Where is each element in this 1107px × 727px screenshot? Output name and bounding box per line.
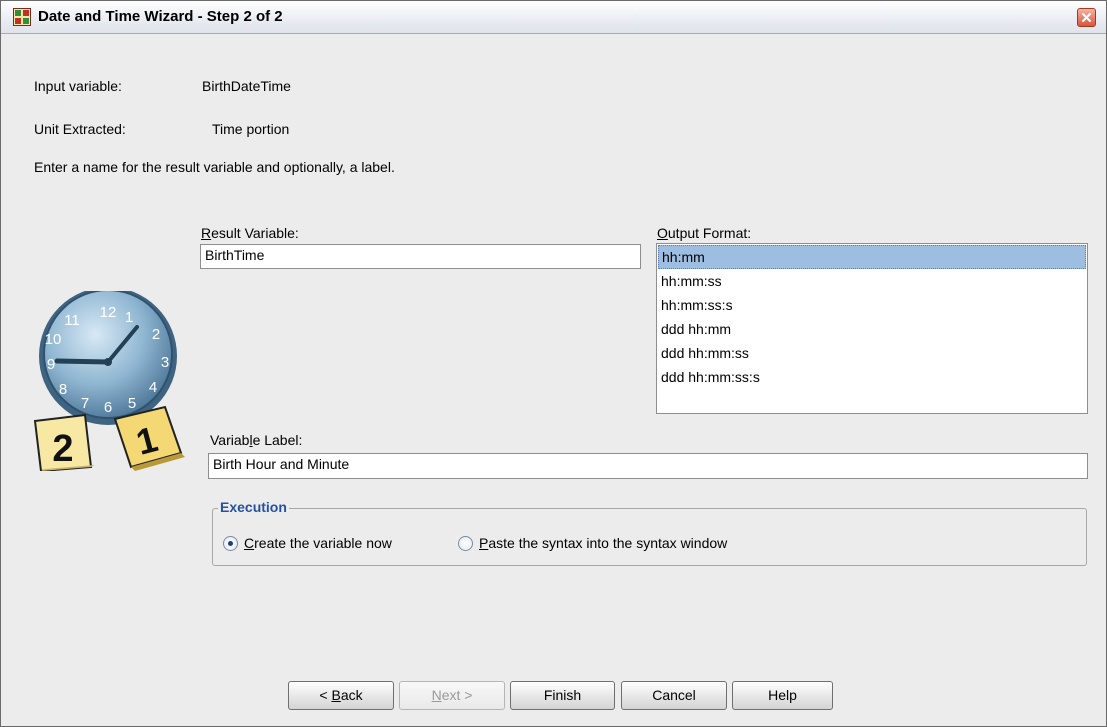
format-option[interactable]: hh:mm:ss:s: [658, 293, 1086, 317]
output-format-label: Output Format:: [657, 225, 752, 241]
format-option[interactable]: ddd hh:mm:ss: [658, 341, 1086, 365]
clock-numeral: 10: [45, 331, 62, 348]
title-bar[interactable]: Date and Time Wizard - Step 2 of 2: [1, 1, 1106, 34]
format-option[interactable]: ddd hh:mm: [658, 317, 1086, 341]
cancel-button[interactable]: Cancel: [621, 681, 727, 710]
instruction-text: Enter a name for the result variable and…: [34, 159, 395, 175]
input-variable-label: Input variable:: [34, 78, 122, 94]
result-variable-input[interactable]: BirthTime: [200, 244, 641, 269]
variable-label-input[interactable]: Birth Hour and Minute: [208, 453, 1088, 479]
unit-extracted-label: Unit Extracted:: [34, 121, 126, 137]
input-variable-value: BirthDateTime: [202, 78, 291, 94]
calendar-icon-right: 1: [113, 405, 185, 471]
app-icon: [13, 8, 31, 26]
clock-numeral: 2: [152, 326, 160, 343]
paste-syntax-label[interactable]: Paste the syntax into the syntax window: [479, 535, 727, 551]
execution-group-title: Execution: [218, 499, 289, 515]
format-option[interactable]: hh:mm:ss: [658, 269, 1086, 293]
calendar-icon-left: 2: [33, 413, 95, 471]
create-variable-label[interactable]: Create the variable now: [244, 535, 392, 551]
clock-numeral: 7: [81, 395, 89, 412]
unit-extracted-value: Time portion: [212, 121, 290, 137]
window-title: Date and Time Wizard - Step 2 of 2: [38, 8, 283, 25]
date-time-wizard-dialog: Date and Time Wizard - Step 2 of 2 Input…: [0, 0, 1107, 727]
format-option[interactable]: hh:mm: [658, 245, 1086, 269]
result-variable-label: Result Variable:: [201, 225, 299, 241]
radio-selected-dot: [228, 541, 233, 546]
next-button[interactable]: Next >: [399, 681, 505, 710]
clock-numeral: 8: [59, 381, 67, 398]
paste-syntax-radio[interactable]: [458, 536, 473, 551]
clock-numeral: 1: [125, 309, 133, 326]
close-icon: [1082, 13, 1091, 22]
clock-numeral: 12: [100, 304, 117, 321]
back-button[interactable]: < Back: [288, 681, 394, 710]
close-button[interactable]: [1077, 8, 1096, 27]
clock-numeral: 3: [161, 354, 169, 371]
clock-numeral: 4: [149, 379, 157, 396]
clock-calendar-illustration: 12 1 2 3 4 5 6 7 8 9 10 11 2 1: [33, 291, 185, 471]
help-button[interactable]: Help: [732, 681, 833, 710]
clock-numeral: 5: [128, 395, 136, 412]
format-option[interactable]: ddd hh:mm:ss:s: [658, 365, 1086, 389]
clock-numeral: 9: [47, 356, 55, 373]
clock-numeral: 11: [64, 312, 80, 329]
variable-label-label: Variable Label:: [210, 432, 303, 448]
output-format-list[interactable]: hh:mm hh:mm:ss hh:mm:ss:s ddd hh:mm ddd …: [656, 243, 1088, 414]
finish-button[interactable]: Finish: [510, 681, 615, 710]
calendar-digit-left: 2: [52, 428, 73, 470]
create-variable-radio[interactable]: [223, 536, 238, 551]
clock-numeral: 6: [104, 399, 112, 416]
clock-icon: 12 1 2 3 4 5 6 7 8 9 10 11: [39, 291, 177, 425]
